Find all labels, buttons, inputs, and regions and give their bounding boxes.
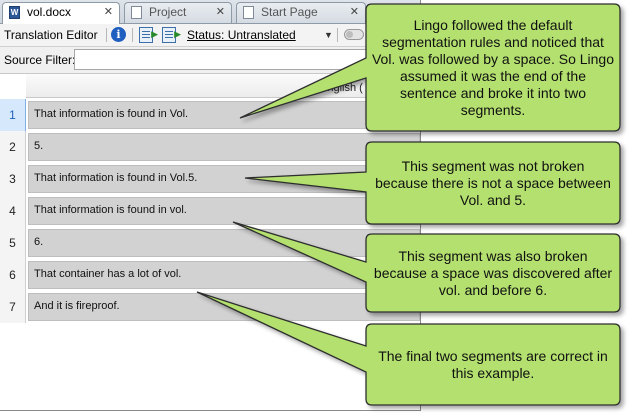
callout-text-4: The final two segments are correct in th…	[378, 348, 608, 381]
callout-text-1: Lingo followed the default segmentation …	[371, 17, 615, 118]
callout-text-2: This segment was not broken because ther…	[375, 157, 611, 208]
callout-text-3: This segment was also broken because a s…	[373, 247, 613, 298]
